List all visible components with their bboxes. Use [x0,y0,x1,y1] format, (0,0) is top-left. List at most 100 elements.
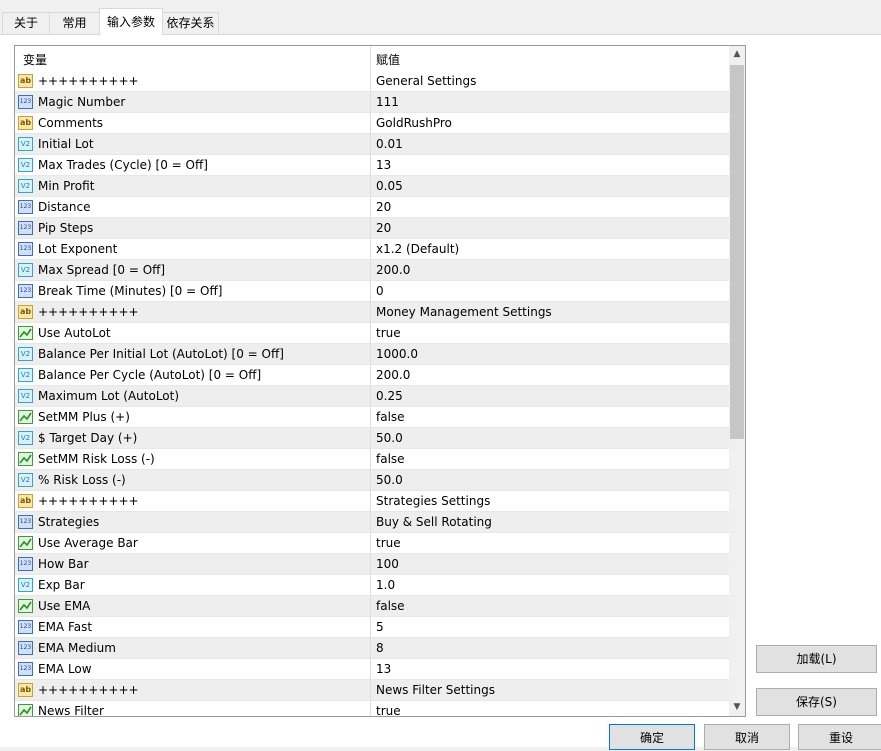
parameter-row[interactable]: 123 EMA Medium 8 [15,638,729,659]
save-button[interactable]: 保存(S) [756,688,877,716]
parameter-name: How Bar [38,557,89,571]
parameter-row[interactable]: V2 Balance Per Cycle (AutoLot) [0 = Off] 2… [15,365,729,386]
parameter-value[interactable]: false [376,599,405,613]
parameter-value[interactable]: 0.01 [376,137,403,151]
parameter-name: Strategies [38,515,100,529]
parameter-name: Distance [38,200,91,214]
column-header-variable[interactable]: 变量 [23,51,47,68]
parameter-row[interactable]: V2 Exp Bar 1.0 [15,575,729,596]
scrollbar-thumb[interactable] [730,65,744,439]
parameter-value[interactable]: 0.25 [376,389,403,403]
parameter-value[interactable]: Strategies Settings [376,494,490,508]
parameter-value[interactable]: 50.0 [376,431,403,445]
parameter-row[interactable]: Use AutoLot true [15,323,729,344]
double-type-icon: V2 [18,347,33,361]
parameter-row[interactable]: ab Comments GoldRushPro [15,113,729,134]
parameter-value[interactable]: 20 [376,200,391,214]
parameter-value[interactable]: News Filter Settings [376,683,495,697]
parameter-row[interactable]: 123 Break Time (Minutes) [0 = Off] 0 [15,281,729,302]
parameter-row[interactable]: V2 Maximum Lot (AutoLot) 0.25 [15,386,729,407]
parameter-value[interactable]: false [376,410,405,424]
column-divider[interactable] [370,46,371,70]
tab-inputs[interactable]: 输入参数 [99,8,163,35]
scroll-up-arrow-icon[interactable]: ▲ [729,46,745,63]
load-button[interactable]: 加载(L) [756,645,877,673]
parameter-row[interactable]: V2 Balance Per Initial Lot (AutoLot) [0 =… [15,344,729,365]
string-type-icon: ab [18,305,33,319]
parameter-value[interactable]: 50.0 [376,473,403,487]
integer-type-icon: 123 [18,557,33,571]
vertical-scrollbar[interactable]: ▲ ▼ [729,46,745,716]
parameter-value[interactable]: 111 [376,95,399,109]
parameter-row[interactable]: SetMM Risk Loss (-) false [15,449,729,470]
parameter-name: Use AutoLot [38,326,111,340]
parameter-row[interactable]: 123 Strategies Buy & Sell Rotating [15,512,729,533]
reset-button[interactable]: 重设 [798,724,881,750]
parameter-value[interactable]: 13 [376,158,391,172]
parameter-row[interactable]: 123 Magic Number 111 [15,92,729,113]
cell-divider [370,134,371,154]
parameter-row[interactable]: V2 Min Profit 0.05 [15,176,729,197]
cancel-button[interactable]: 取消 [704,724,790,750]
parameter-value[interactable]: 5 [376,620,384,634]
cell-divider [370,680,371,700]
parameter-row[interactable]: V2 Max Spread [0 = Off] 200.0 [15,260,729,281]
double-type-icon: V2 [18,263,33,277]
parameter-value[interactable]: 8 [376,641,384,655]
parameter-value[interactable]: Buy & Sell Rotating [376,515,492,529]
parameter-row[interactable]: 123 How Bar 100 [15,554,729,575]
parameter-value[interactable]: 20 [376,221,391,235]
parameter-row[interactable]: ab ++++++++++ Money Management Settings [15,302,729,323]
parameter-value[interactable]: 0 [376,284,384,298]
parameter-value[interactable]: true [376,704,401,716]
parameter-row[interactable]: 123 Pip Steps 20 [15,218,729,239]
parameter-row[interactable]: SetMM Plus (+) false [15,407,729,428]
parameter-row[interactable]: ab ++++++++++ General Settings [15,71,729,92]
parameter-row[interactable]: 123 Lot Exponent x1.2 (Default) [15,239,729,260]
parameter-row[interactable]: News Filter true [15,701,729,716]
ok-button[interactable]: 确定 [609,724,695,750]
integer-type-icon: 123 [18,200,33,214]
tab-common[interactable]: 常用 [49,12,100,33]
parameter-row[interactable]: ab ++++++++++ Strategies Settings [15,491,729,512]
integer-type-icon: 123 [18,641,33,655]
parameter-value[interactable]: 200.0 [376,368,410,382]
parameter-value[interactable]: Money Management Settings [376,305,552,319]
tab-about[interactable]: 关于 [2,12,50,33]
scroll-down-arrow-icon[interactable]: ▼ [729,699,745,716]
parameter-row[interactable]: Use Average Bar true [15,533,729,554]
column-header-value[interactable]: 赋值 [376,51,400,68]
tab-dependencies[interactable]: 依存关系 [162,12,219,33]
parameter-name: Use EMA [38,599,91,613]
parameter-name: Balance Per Initial Lot (AutoLot) [0 = O… [38,347,284,361]
double-type-icon: V2 [18,158,33,172]
parameter-value[interactable]: true [376,326,401,340]
parameter-row[interactable]: V2 $ Target Day (+) 50.0 [15,428,729,449]
parameter-value[interactable]: General Settings [376,74,476,88]
parameter-value[interactable]: 1.0 [376,578,395,592]
parameter-row[interactable]: V2 Initial Lot 0.01 [15,134,729,155]
cell-divider [370,512,371,532]
parameter-value[interactable]: 100 [376,557,399,571]
parameter-row[interactable]: 123 Distance 20 [15,197,729,218]
parameter-row[interactable]: Use EMA false [15,596,729,617]
parameter-value[interactable]: 13 [376,662,391,676]
parameter-row[interactable]: 123 EMA Low 13 [15,659,729,680]
parameter-value[interactable]: false [376,452,405,466]
parameter-value[interactable]: 0.05 [376,179,403,193]
string-type-icon: ab [18,494,33,508]
parameter-value[interactable]: 200.0 [376,263,410,277]
string-type-icon: ab [18,74,33,88]
parameter-row[interactable]: ab ++++++++++ News Filter Settings [15,680,729,701]
parameter-row[interactable]: V2 Max Trades (Cycle) [0 = Off] 13 [15,155,729,176]
parameter-value[interactable]: x1.2 (Default) [376,242,459,256]
parameter-value[interactable]: true [376,536,401,550]
parameter-value[interactable]: 1000.0 [376,347,418,361]
parameter-row[interactable]: 123 EMA Fast 5 [15,617,729,638]
integer-type-icon: 123 [18,221,33,235]
parameter-row[interactable]: V2 % Risk Loss (-) 50.0 [15,470,729,491]
parameter-name: Exp Bar [38,578,85,592]
cell-divider [370,281,371,301]
cell-divider [370,176,371,196]
parameter-value[interactable]: GoldRushPro [376,116,452,130]
